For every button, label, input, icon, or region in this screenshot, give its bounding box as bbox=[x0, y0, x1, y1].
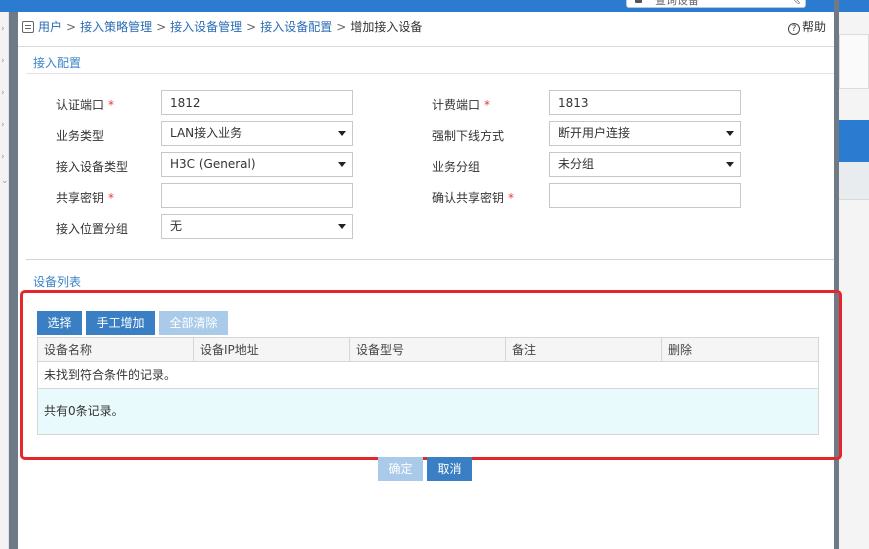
service-type-value: LAN接入业务 bbox=[170, 126, 243, 140]
chevron-down-icon bbox=[338, 131, 346, 136]
highlight-box bbox=[20, 290, 842, 460]
section-divider bbox=[26, 259, 834, 260]
section-divider bbox=[26, 73, 834, 74]
top-search-hint: 查询设备 bbox=[655, 0, 699, 7]
breadcrumb-users[interactable]: 用户 bbox=[38, 20, 62, 34]
background-panel bbox=[839, 162, 869, 200]
cancel-button[interactable]: 取消 bbox=[427, 457, 472, 481]
breadcrumb-separator: > bbox=[156, 20, 167, 34]
confirm-key-input[interactable] bbox=[549, 183, 741, 208]
header-divider bbox=[18, 46, 834, 47]
background-active-item bbox=[839, 120, 869, 162]
force-offline-select[interactable]: 断开用户连接 bbox=[549, 121, 741, 146]
device-list-title: 设备列表 bbox=[33, 275, 82, 289]
service-group-value: 未分组 bbox=[558, 157, 595, 171]
breadcrumb: 用户 > 接入策略管理 > 接入设备管理 > 接入设备配置 > 增加接入设备 bbox=[22, 18, 422, 35]
help-label: 帮助 bbox=[801, 20, 826, 34]
chevron-icon[interactable]: › bbox=[1, 56, 5, 66]
shared-key-input[interactable] bbox=[161, 183, 353, 208]
left-overlay-bar bbox=[9, 12, 18, 549]
shared-key-label: 共享密钥 * bbox=[56, 191, 115, 205]
chevron-down-icon bbox=[338, 224, 346, 229]
acct-port-input[interactable] bbox=[549, 90, 741, 115]
top-search-box[interactable]: 查询设备 🔍︎ bbox=[626, 0, 806, 8]
chevron-icon[interactable]: ⌄ bbox=[1, 176, 9, 186]
location-group-select[interactable]: 无 bbox=[161, 214, 353, 239]
breadcrumb-separator: > bbox=[66, 20, 77, 34]
location-group-value: 无 bbox=[170, 219, 183, 233]
breadcrumb-access-policy[interactable]: 接入策略管理 bbox=[80, 20, 152, 34]
chevron-down-icon bbox=[726, 131, 734, 136]
breadcrumb-separator: > bbox=[246, 20, 257, 34]
chevron-icon[interactable]: › bbox=[1, 24, 5, 34]
chevron-icon[interactable]: › bbox=[1, 120, 5, 130]
device-type-label: 接入设备类型 bbox=[56, 160, 129, 174]
service-group-label: 业务分组 bbox=[432, 160, 481, 174]
device-type-value: H3C (General) bbox=[170, 157, 256, 171]
auth-port-label: 认证端口 * bbox=[56, 98, 115, 112]
force-offline-value: 断开用户连接 bbox=[558, 126, 631, 140]
help-link[interactable]: ? 帮助 bbox=[787, 18, 826, 35]
add-access-device-dialog: 用户 > 接入策略管理 > 接入设备管理 > 接入设备配置 > 增加接入设备 ? 帮助 接入配置 … bbox=[18, 12, 834, 549]
breadcrumb-access-device-mgmt[interactable]: 接入设备管理 bbox=[170, 20, 242, 34]
ok-button[interactable]: 确定 bbox=[378, 457, 423, 481]
service-type-select[interactable]: LAN接入业务 bbox=[161, 121, 353, 146]
breadcrumb-current: 增加接入设备 bbox=[350, 20, 423, 34]
search-icon[interactable]: 🔍︎ bbox=[786, 0, 801, 5]
breadcrumb-access-device-config[interactable]: 接入设备配置 bbox=[260, 20, 332, 34]
service-group-select[interactable]: 未分组 bbox=[549, 152, 741, 177]
auth-port-input[interactable] bbox=[161, 90, 353, 115]
background-right-pane bbox=[839, 12, 869, 549]
chevron-icon[interactable]: › bbox=[1, 88, 5, 98]
left-nav-strip: › › › › › ⌄ bbox=[0, 12, 9, 549]
location-pin-icon bbox=[635, 0, 642, 3]
help-icon: ? bbox=[787, 23, 800, 35]
service-type-label: 业务类型 bbox=[56, 129, 105, 143]
force-offline-label: 强制下线方式 bbox=[432, 129, 505, 143]
background-panel bbox=[839, 34, 869, 89]
breadcrumb-separator: > bbox=[336, 20, 347, 34]
chevron-icon[interactable]: › bbox=[1, 152, 5, 162]
access-config-title: 接入配置 bbox=[33, 56, 82, 70]
confirm-key-label: 确认共享密钥 * bbox=[432, 191, 515, 205]
acct-port-label: 计费端口 * bbox=[432, 98, 491, 112]
location-group-label: 接入位置分组 bbox=[56, 222, 129, 236]
user-config-icon bbox=[22, 21, 34, 33]
chevron-down-icon bbox=[726, 162, 734, 167]
device-type-select[interactable]: H3C (General) bbox=[161, 152, 353, 177]
chevron-down-icon bbox=[338, 162, 346, 167]
